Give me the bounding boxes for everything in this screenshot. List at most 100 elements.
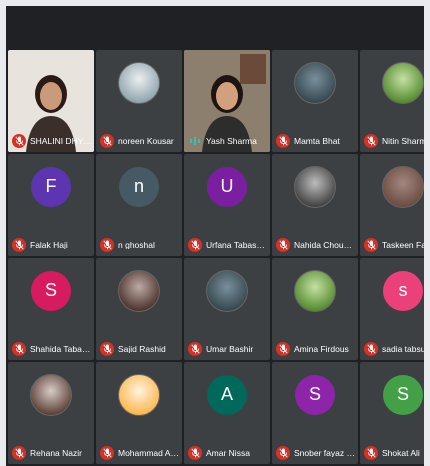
participant-label: n ghoshal [100,238,180,252]
participant-grid: SHALINI DHYANI noreen Kousar Yash Sharma Ma… [6,50,424,466]
participant-name: Nahida Choudhary [294,240,356,250]
avatar-photo [118,373,160,416]
participant-tile[interactable]: SHALINI DHYANI [8,50,94,152]
participant-label: Mohammad Adrees [100,446,180,460]
participant-name: Falak Haji [30,240,68,250]
avatar-photo [294,269,336,312]
participant-tile[interactable]: S Snober fayaz Lone [272,362,358,464]
avatar-initial: U [207,166,247,207]
participant-tile[interactable]: S Shahida Tabassum [8,258,94,360]
participant-tile[interactable]: n n ghoshal [96,154,182,256]
avatar-initial: s [383,270,423,311]
participant-tile[interactable]: Nitin Sharma [360,50,424,152]
participant-label: Mamta Bhat [276,134,356,148]
participant-name: Taskeen Fatima [382,240,424,250]
participant-label: Nitin Sharma [364,134,424,148]
participant-name: sadia tabsum [382,344,424,354]
participant-name: Urfana Tabassum [206,240,268,250]
participant-tile[interactable]: Umar Bashir [184,258,270,360]
participant-label: Umar Bashir [188,342,268,356]
participant-name: Shahida Tabassum [30,344,92,354]
mic-off-icon [100,446,114,460]
mic-off-icon [364,238,378,252]
mic-off-icon [188,342,202,356]
avatar-initial: S [295,374,335,415]
participant-label: sadia tabsum [364,342,424,356]
mic-off-icon [100,134,114,148]
participant-name: Umar Bashir [206,344,254,354]
video-feed [184,50,270,152]
mic-off-icon [100,238,114,252]
participant-label: Taskeen Fatima [364,238,424,252]
avatar-photo [382,61,424,104]
participant-name: Mohammad Adrees [118,448,180,458]
avatar-initial: n [119,166,159,207]
participant-label: noreen Kousar [100,134,180,148]
mic-off-icon [276,238,290,252]
avatar-initial: S [383,374,423,415]
mic-off-icon [188,238,202,252]
avatar-photo [294,165,336,208]
participant-tile[interactable]: Nahida Choudhary [272,154,358,256]
meeting-window: SHALINI DHYANI noreen Kousar Yash Sharma Ma… [6,6,424,466]
participant-label: Yash Sharma [188,134,268,148]
avatar-initial: F [31,166,71,207]
participant-tile[interactable]: Mamta Bhat [272,50,358,152]
participant-tile[interactable]: Sajid Rashid [96,258,182,360]
participant-label: Nahida Choudhary [276,238,356,252]
participant-tile[interactable]: s sadia tabsum [360,258,424,360]
participant-name: SHALINI DHYANI [30,136,92,146]
avatar-initial: A [207,374,247,415]
mic-off-icon [12,134,26,148]
participant-tile[interactable]: F Falak Haji [8,154,94,256]
top-bar [6,6,424,48]
avatar-photo [118,269,160,312]
mic-off-icon [276,134,290,148]
mic-off-icon [12,342,26,356]
avatar-photo [30,373,72,416]
mic-off-icon [188,446,202,460]
participant-tile[interactable]: U Urfana Tabassum [184,154,270,256]
participant-name: Snober fayaz Lone [294,448,356,458]
participant-name: Amar Nissa [206,448,250,458]
participant-tile[interactable]: A Amar Nissa [184,362,270,464]
participant-label: Urfana Tabassum [188,238,268,252]
participant-name: n ghoshal [118,240,155,250]
participant-tile[interactable]: Rehana Nazir [8,362,94,464]
mic-off-icon [364,342,378,356]
participant-name: Shokat Ali [382,448,420,458]
participant-tile[interactable]: Mohammad Adrees [96,362,182,464]
avatar-photo [118,61,160,104]
participant-label: Shokat Ali [364,446,424,460]
mic-off-icon [276,446,290,460]
participant-tile[interactable]: S Shokat Ali [360,362,424,464]
mic-off-icon [12,446,26,460]
participant-name: Rehana Nazir [30,448,82,458]
participant-tile[interactable]: noreen Kousar [96,50,182,152]
participant-name: Amina Firdous [294,344,349,354]
avatar-photo [294,61,336,104]
avatar-photo [382,165,424,208]
mic-off-icon [276,342,290,356]
participant-label: Amina Firdous [276,342,356,356]
video-feed [8,50,94,152]
participant-label: Rehana Nazir [12,446,92,460]
participant-name: Mamta Bhat [294,136,340,146]
participant-label: Snober fayaz Lone [276,446,356,460]
participant-tile[interactable]: Amina Firdous [272,258,358,360]
participant-label: Amar Nissa [188,446,268,460]
participant-name: Yash Sharma [206,136,257,146]
participant-label: Shahida Tabassum [12,342,92,356]
avatar-initial: S [31,270,71,311]
participant-name: Nitin Sharma [382,136,424,146]
participant-label: Sajid Rashid [100,342,180,356]
mic-off-icon [364,134,378,148]
participant-tile[interactable]: Taskeen Fatima [360,154,424,256]
participant-name: Sajid Rashid [118,344,166,354]
mic-off-icon [364,446,378,460]
participant-tile[interactable]: Yash Sharma [184,50,270,152]
participant-label: SHALINI DHYANI [12,134,92,148]
audio-wave-icon [188,134,202,148]
avatar-photo [206,269,248,312]
participant-label: Falak Haji [12,238,92,252]
